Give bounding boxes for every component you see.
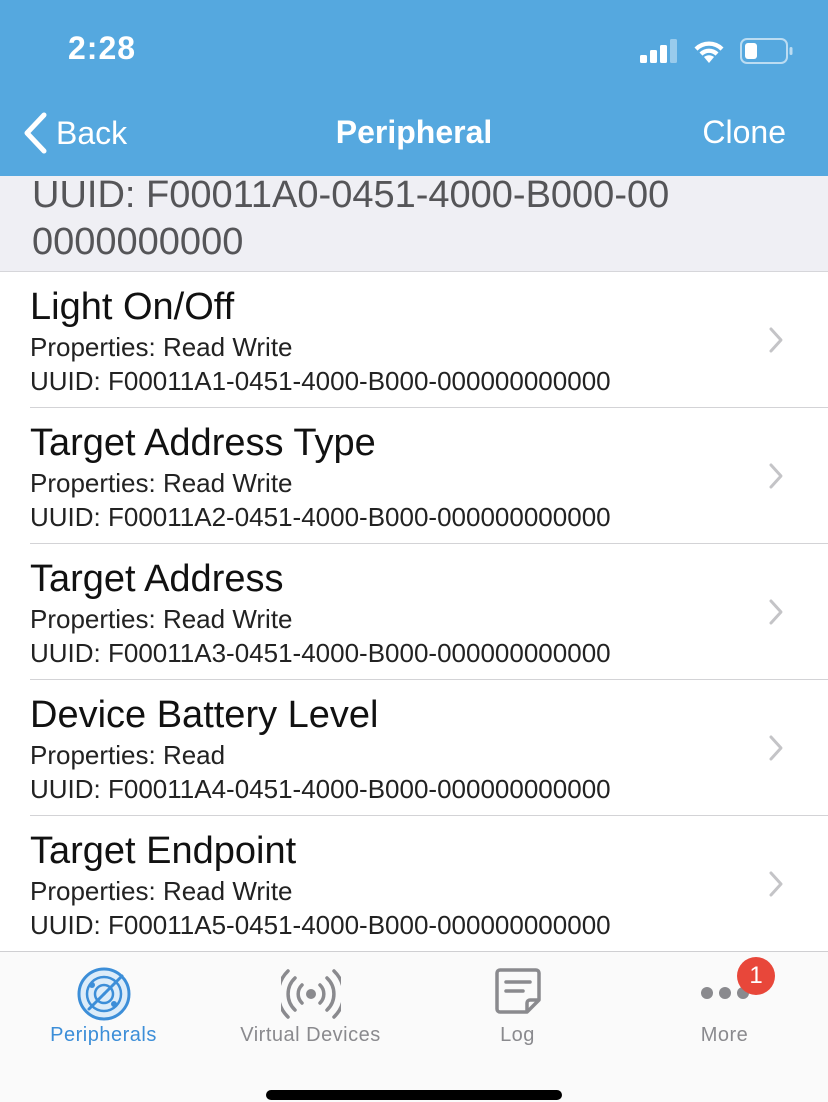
notification-badge: 1 xyxy=(737,957,775,995)
service-uuid-header: UUID: F00011A0-0451-4000-B000-0000000000… xyxy=(0,174,828,272)
tab-virtual-devices[interactable]: Virtual Devices xyxy=(207,952,414,1062)
characteristic-row-target-address[interactable]: Target Address Properties: Read Write UU… xyxy=(0,544,828,680)
status-bar: 2:28 xyxy=(0,0,828,96)
status-icons xyxy=(640,36,794,66)
tab-label: Peripherals xyxy=(50,1024,157,1046)
characteristic-row-target-endpoint[interactable]: Target Endpoint Properties: Read Write U… xyxy=(0,816,828,952)
tab-label: Log xyxy=(500,1024,535,1046)
chevron-right-icon xyxy=(769,599,783,625)
characteristic-uuid: UUID: F00011A5-0451-4000-B000-0000000000… xyxy=(30,910,611,940)
characteristic-row-device-battery-level[interactable]: Device Battery Level Properties: Read UU… xyxy=(0,680,828,816)
characteristic-uuid: UUID: F00011A2-0451-4000-B000-0000000000… xyxy=(30,502,611,532)
navigation-bar: Back Peripheral Clone xyxy=(0,96,828,176)
clone-button[interactable]: Clone xyxy=(702,114,786,151)
tab-log[interactable]: Log xyxy=(414,952,621,1062)
characteristic-properties: Properties: Read Write xyxy=(30,332,293,362)
characteristics-list: Light On/Off Properties: Read Write UUID… xyxy=(0,272,828,952)
characteristic-uuid: UUID: F00011A3-0451-4000-B000-0000000000… xyxy=(30,638,611,668)
chevron-right-icon xyxy=(769,327,783,353)
characteristic-properties: Properties: Read xyxy=(30,740,226,770)
tab-more[interactable]: More xyxy=(621,952,828,1062)
chevron-right-icon xyxy=(769,871,783,897)
service-uuid-text: UUID: F00011A0-0451-4000-B000-0000000000… xyxy=(32,174,670,263)
log-icon xyxy=(494,968,541,1014)
tab-label: More xyxy=(700,1024,749,1046)
cellular-signal-icon xyxy=(640,39,677,63)
status-time: 2:28 xyxy=(68,30,137,66)
characteristic-title: Target Address Type xyxy=(30,422,376,464)
characteristic-uuid: UUID: F00011A1-0451-4000-B000-0000000000… xyxy=(30,366,611,396)
chevron-right-icon xyxy=(769,463,783,489)
characteristic-title: Target Address xyxy=(30,558,284,600)
tab-label: Virtual Devices xyxy=(240,1024,381,1046)
characteristic-row-target-address-type[interactable]: Target Address Type Properties: Read Wri… xyxy=(0,408,828,544)
battery-icon xyxy=(740,38,793,64)
characteristic-properties: Properties: Read Write xyxy=(30,604,293,634)
broadcast-icon xyxy=(280,969,341,1019)
characteristic-properties: Properties: Read Write xyxy=(30,468,293,498)
radar-icon xyxy=(77,967,130,1021)
characteristic-row-light-on-off[interactable]: Light On/Off Properties: Read Write UUID… xyxy=(0,272,828,408)
characteristic-title: Light On/Off xyxy=(30,286,235,328)
wifi-icon xyxy=(694,41,724,63)
tab-bar: Peripherals Virtual Devices Log More xyxy=(0,951,828,1102)
characteristic-properties: Properties: Read Write xyxy=(30,876,293,906)
tab-peripherals[interactable]: Peripherals xyxy=(0,952,207,1062)
characteristic-title: Device Battery Level xyxy=(30,694,379,736)
characteristic-title: Target Endpoint xyxy=(30,830,297,872)
home-indicator[interactable] xyxy=(266,1090,562,1100)
characteristic-uuid: UUID: F00011A4-0451-4000-B000-0000000000… xyxy=(30,774,611,804)
chevron-right-icon xyxy=(769,735,783,761)
